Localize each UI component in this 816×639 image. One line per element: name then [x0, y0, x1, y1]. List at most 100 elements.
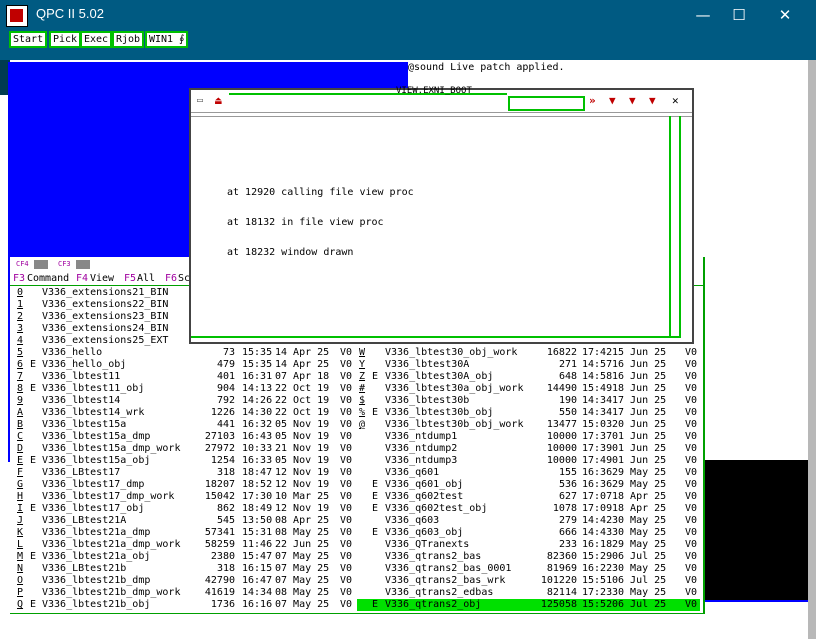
table-row[interactable]: 6 E V336_hello_obj 479 15:35 14 Apr 25 V0 [10, 359, 360, 371]
table-row[interactable]: E V336_q601_obj 536 16:36 29 May 25 V0 [357, 479, 700, 491]
cf4-icon[interactable]: CF4 [16, 260, 29, 268]
file-key: K [17, 527, 24, 538]
table-row[interactable]: E V336_q602test_obj 1078 17:09 18 Apr 25 V0 [357, 503, 700, 515]
table-row[interactable]: H V336_lbtest17_dmp_work 15042 17:30 10 Mar … [10, 491, 360, 503]
file-version: V0 [685, 395, 698, 406]
file-version: V0 [340, 419, 353, 430]
file-version: V0 [685, 515, 698, 526]
file-version: V0 [340, 599, 353, 610]
table-row[interactable]: B V336_lbtest15a 441 16:32 05 Nov 19 V0 [10, 419, 360, 431]
table-row[interactable]: % E V336_lbtest30b_obj 550 14:34 17 Jun 25 V0 [357, 407, 700, 419]
all-label[interactable]: All [137, 273, 155, 285]
table-row[interactable]: E V336_q603_obj 666 14:43 30 May 25 V0 [357, 527, 700, 539]
table-row[interactable]: V336_ntdump2 10000 17:39 01 Jun 25 V0 [357, 443, 700, 455]
view-label[interactable]: View [90, 273, 114, 285]
file-size: 550 [558, 407, 577, 418]
file-size: 14490 [546, 383, 577, 394]
maximize-button[interactable]: ☐ [716, 0, 762, 30]
table-row[interactable]: 7 V336_lbtest11 401 16:31 07 Apr 18 V0 [10, 371, 360, 383]
file-version: V0 [685, 359, 698, 370]
file-size: 479 [216, 359, 235, 370]
file-view-dialog[interactable]: ▭ ⏏ VIEW.EXNI_BOOT » ▼ ▼ ▼ ✕ at 12920 ca… [189, 86, 694, 344]
table-row[interactable]: E V336_qtrans2_obj 125058 15:52 06 Jul 25 V0 [357, 599, 700, 611]
exec-flag: E [372, 407, 379, 418]
down-arrow-icon[interactable]: ▼ [609, 94, 616, 108]
file-version: V0 [340, 359, 353, 370]
table-row[interactable]: I E V336_lbtest17_obj 862 18:49 12 Nov 19 V0 [10, 503, 360, 515]
file-size: 13477 [546, 419, 577, 430]
folder-icon[interactable] [76, 260, 90, 269]
table-row[interactable]: Z E V336_lbtest30A_obj 648 14:58 16 Jun 25 V0 [357, 371, 700, 383]
close-button[interactable]: ✕ [762, 0, 808, 30]
bottom-arrow-icon[interactable]: ▼ [649, 94, 656, 108]
file-name: V336_ntdump2 [385, 443, 458, 454]
exec-flag: E [30, 455, 37, 466]
file-name: V336_lbtest14 [42, 395, 121, 406]
forward-icon[interactable]: » [589, 94, 596, 108]
table-row[interactable]: Y V336_lbtest30A 271 14:57 16 Jun 25 V0 [357, 359, 700, 371]
file-size: 16822 [546, 347, 577, 358]
table-row[interactable]: V336_q603 279 14:42 30 May 25 V0 [357, 515, 700, 527]
table-row[interactable]: V336_qtrans2_bas 82360 15:29 06 Jul 25 V0 [357, 551, 700, 563]
table-row[interactable]: V336_ntdump1 10000 17:37 01 Jun 25 V0 [357, 431, 700, 443]
table-row[interactable]: # V336_lbtest30a_obj_work 14490 15:49 18 Jun… [357, 383, 700, 395]
table-row[interactable]: E E V336_lbtest15a_obj 1254 16:33 05 Nov 19 V0 [10, 455, 360, 467]
table-row[interactable]: J V336_LBtest21A 545 13:50 08 Apr 25 V0 [10, 515, 360, 527]
table-row[interactable]: A V336_lbtest14_wrk 1226 14:30 22 Oct 19 V0 [10, 407, 360, 419]
table-row[interactable]: L V336_lbtest21a_dmp_work 58259 11:46 22 Jun… [10, 539, 360, 551]
table-row[interactable]: E V336_q602test 627 17:07 18 Apr 25 V0 [357, 491, 700, 503]
cf3-icon[interactable]: CF3 [58, 260, 71, 268]
table-row[interactable]: O V336_lbtest21b_dmp 42790 16:47 07 May 25 V0 [10, 575, 360, 587]
file-size: 1226 [210, 407, 235, 418]
table-row[interactable]: Q E V336_lbtest21b_obj 1736 16:16 07 May 25 V0 [10, 599, 360, 611]
file-date: 18 Apr 25 [612, 503, 667, 514]
table-row[interactable]: K V336_lbtest21a_dmp 57341 15:31 08 May 25 V0 [10, 527, 360, 539]
table-row[interactable]: C V336_lbtest15a_dmp 27103 16:43 05 Nov 19 V0 [10, 431, 360, 443]
black-window-area [700, 460, 808, 600]
app-icon[interactable] [6, 5, 28, 27]
table-row[interactable]: V336_ntdump3 10000 17:49 01 Jun 25 V0 [357, 455, 700, 467]
file-name: V336_extensions24_BIN [42, 323, 169, 334]
table-row[interactable]: $ V336_lbtest30b 190 14:34 17 Jun 25 V0 [357, 395, 700, 407]
file-name: V336_extensions25_EXT [42, 335, 169, 346]
file-name: V336_lbtest30a_obj_work [385, 383, 524, 394]
window-stack-icon[interactable] [34, 260, 48, 269]
file-time: 10:33 [242, 443, 273, 454]
file-size: 792 [216, 395, 235, 406]
table-row[interactable]: V336_q601 155 16:36 29 May 25 V0 [357, 467, 700, 479]
move-icon[interactable]: ⏏ [215, 94, 222, 108]
win1-button[interactable]: WIN1 ∮ [145, 31, 189, 48]
file-size: 57341 [204, 527, 235, 538]
table-row[interactable]: M E V336_lbtest21a_obj 2380 15:47 07 May 25 V0 [10, 551, 360, 563]
dialog-input[interactable] [508, 96, 585, 111]
file-size: 41619 [204, 587, 235, 598]
table-row[interactable]: V336_qtrans2_bas_0001 81969 16:22 30 May 25… [357, 563, 700, 575]
table-row[interactable]: V336_qtrans2_edbas 82114 17:23 30 May 25 V0 [357, 587, 700, 599]
table-row[interactable]: @ V336_lbtest30b_obj_work 13477 15:03 20 Jun… [357, 419, 700, 431]
close-icon[interactable]: ✕ [672, 94, 679, 108]
start-button[interactable]: Start [9, 31, 48, 48]
table-row[interactable]: N V336_LBtest21b 318 16:15 07 May 25 V0 [10, 563, 360, 575]
file-size: 10000 [546, 455, 577, 466]
table-row[interactable]: V336_QTranexts 233 16:18 29 May 25 V0 [357, 539, 700, 551]
pick-button[interactable]: Pick [49, 31, 82, 48]
table-row[interactable]: 8 E V336_lbtest11_obj 904 14:13 22 Oct 19 V0 [10, 383, 360, 395]
table-row[interactable]: V336_qtrans2_bas_wrk 101220 15:51 06 Jul 25… [357, 575, 700, 587]
table-row[interactable]: D V336_lbtest15a_dmp_work 27972 10:33 21 Nov… [10, 443, 360, 455]
dialog-scrollbar[interactable] [669, 116, 681, 338]
exec-button[interactable]: Exec [80, 31, 113, 48]
table-row[interactable]: G V336_lbtest17_dmp 18207 18:52 12 Nov 19 V0 [10, 479, 360, 491]
window-stack-icon[interactable]: ▭ [197, 94, 203, 108]
file-key: C [17, 431, 24, 442]
file-key: 8 [17, 383, 24, 394]
file-name: V336_lbtest30b [385, 395, 470, 406]
rjob-button[interactable]: Rjob [112, 31, 145, 48]
table-row[interactable]: F V336_LBtest17 318 18:47 12 Nov 19 V0 [10, 467, 360, 479]
table-row[interactable]: 5 V336_hello 73 15:35 14 Apr 25 V0 [10, 347, 360, 359]
command-label[interactable]: Command [27, 273, 69, 285]
table-row[interactable]: 9 V336_lbtest14 792 14:26 22 Oct 19 V0 [10, 395, 360, 407]
file-time: 14:42 [582, 515, 613, 526]
dropdown-icon[interactable]: ▼ [629, 94, 636, 108]
table-row[interactable]: W V336_lbtest30_obj_work 16822 17:42 15 Jun … [357, 347, 700, 359]
table-row[interactable]: P V336_lbtest21b_dmp_work 41619 14:34 08 May… [10, 587, 360, 599]
